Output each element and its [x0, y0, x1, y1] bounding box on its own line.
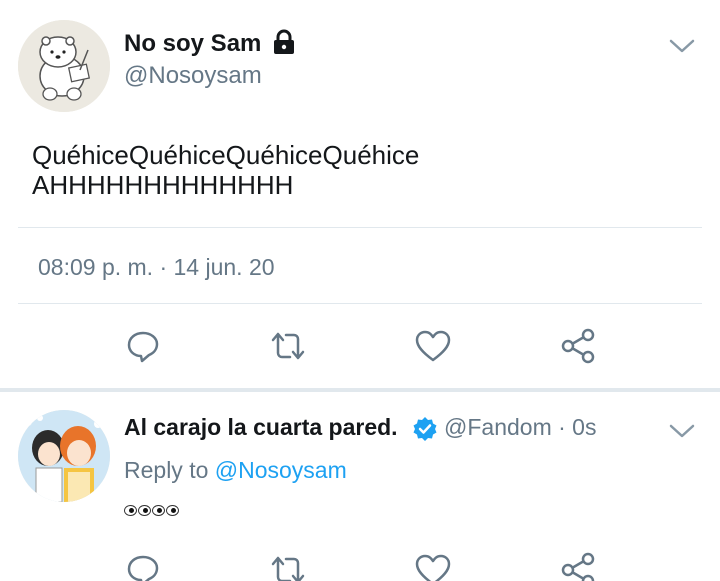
reply-icon	[127, 331, 159, 363]
avatar[interactable]	[18, 20, 110, 112]
reply-to-line: Reply to @Nosoysam	[124, 457, 347, 484]
anime-couple-avatar-icon	[18, 410, 110, 502]
reply-to-label: Reply to	[124, 457, 215, 483]
share-icon	[561, 552, 595, 581]
reply-mention-link[interactable]: @Nosoysam	[215, 457, 347, 483]
avatar[interactable]	[18, 410, 110, 502]
like-button[interactable]	[413, 326, 453, 366]
handle[interactable]: @Nosoysam	[124, 62, 262, 90]
tweet-text-line: QuéhiceQuéhiceQuéhiceQuéhice	[32, 140, 420, 170]
divider	[18, 227, 702, 228]
tweet-text-line: AHHHHHHHHHHHHH	[32, 170, 294, 200]
chevron-down-icon[interactable]	[668, 421, 696, 441]
main-tweet: No soy Sam @Nosoysam QuéhiceQuéhiceQuéhi…	[0, 0, 720, 390]
reply-icon	[127, 555, 159, 581]
polar-bear-avatar-icon	[18, 20, 110, 112]
reply-button[interactable]	[123, 550, 163, 581]
chevron-down-icon[interactable]	[668, 36, 696, 56]
share-button[interactable]	[558, 550, 598, 581]
reply-button[interactable]	[123, 326, 163, 366]
tweet-separator	[0, 388, 720, 392]
divider	[18, 303, 702, 304]
timestamp[interactable]: 08:09 p. m. · 14 jun. 20	[38, 254, 275, 281]
retweet-icon	[271, 332, 305, 360]
verified-badge-icon	[412, 416, 438, 447]
retweet-icon	[271, 556, 305, 581]
share-icon	[561, 328, 595, 364]
handle-time[interactable]: @Fandom · 0s	[444, 414, 596, 441]
tweet-text: QuéhiceQuéhiceQuéhiceQuéhice AHHHHHHHHHH…	[32, 140, 419, 200]
reply-text	[124, 500, 179, 521]
eyes-emoji-icon	[124, 505, 179, 516]
like-button[interactable]	[413, 550, 453, 581]
retweet-button[interactable]	[268, 326, 308, 366]
display-name[interactable]: No soy Sam	[124, 30, 261, 58]
share-button[interactable]	[558, 326, 598, 366]
retweet-button[interactable]	[268, 550, 308, 581]
display-name[interactable]: Al carajo la cuarta pared.	[124, 414, 398, 441]
lock-icon	[270, 28, 298, 61]
like-icon	[415, 554, 451, 581]
like-icon	[415, 330, 451, 362]
